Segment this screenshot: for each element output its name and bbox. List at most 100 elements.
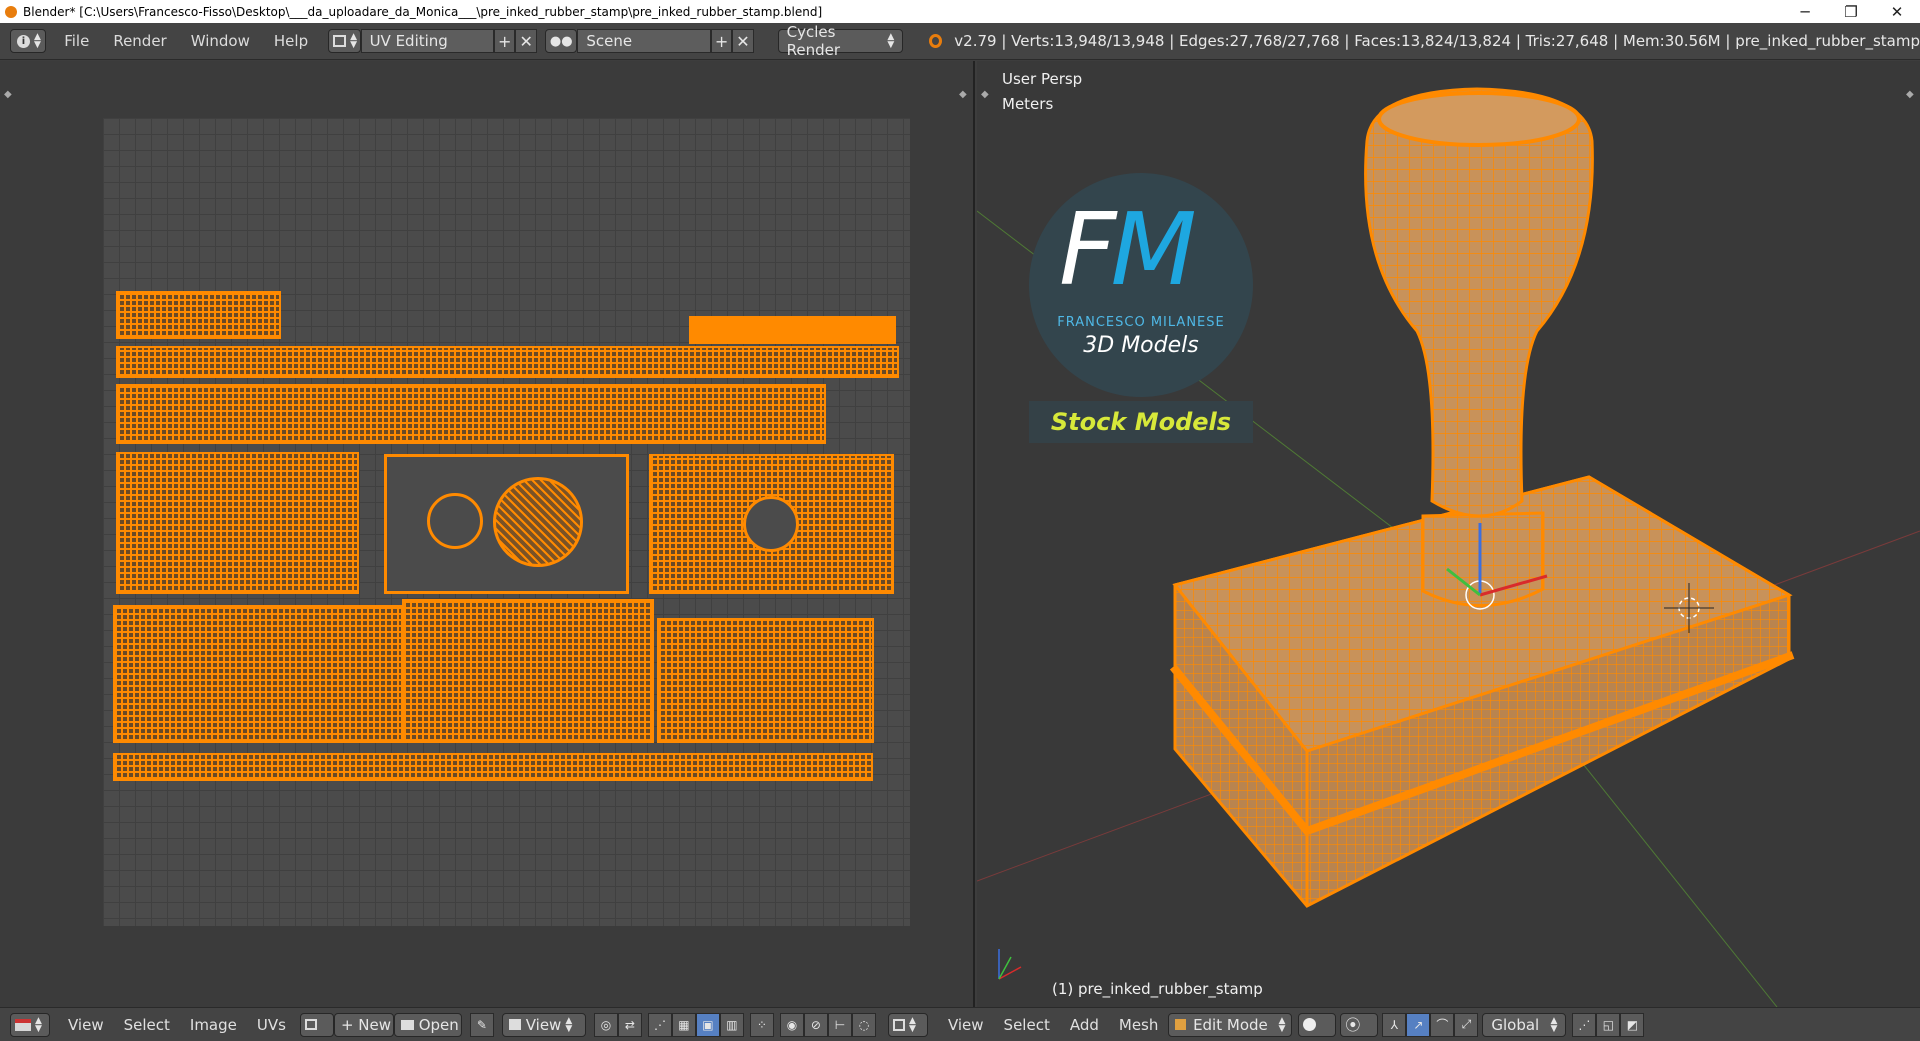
translate-manipulator-icon[interactable]: ↗ <box>1406 1012 1431 1037</box>
layout-browse-button[interactable]: ▲ ▼ <box>328 29 361 53</box>
pivot-point-icon: ⦿ <box>1345 1016 1361 1034</box>
layout-name: UV Editing <box>369 32 448 50</box>
pivot-point-icon[interactable]: ◎ <box>593 1012 618 1037</box>
uv-island[interactable] <box>649 454 894 594</box>
interaction-mode-value: Edit Mode <box>1193 1015 1268 1034</box>
region-toggle-icon[interactable]: ◆ <box>4 89 12 100</box>
uv-island[interactable] <box>116 346 899 378</box>
blender-logo-icon <box>5 5 17 18</box>
open-image-label: Open <box>418 1015 459 1034</box>
3d-viewport[interactable]: ◆ ◆ User Persp Meters FM FRANCESCO MILAN… <box>977 61 1920 1007</box>
uv-island[interactable] <box>116 291 281 339</box>
transform-orientation-value: Global <box>1491 1015 1540 1034</box>
uv-circle-island[interactable] <box>427 493 483 549</box>
logo-name: FRANCESCO MILANESE <box>1057 315 1225 330</box>
uv-editor-type-selector[interactable]: ▲ ▼ <box>10 1012 50 1037</box>
axis-orientation-icon <box>998 949 1022 980</box>
uv-menu-uvs[interactable]: UVs <box>247 1013 296 1037</box>
scene-browse-button[interactable]: ●● <box>544 29 578 53</box>
uv-view-mode-select[interactable]: View ▲ ▼ <box>501 1012 586 1037</box>
3d-view-icon <box>892 1018 905 1031</box>
add-scene-button[interactable]: + <box>710 29 733 53</box>
close-icon: ✕ <box>519 31 533 51</box>
vp-menu-select[interactable]: Select <box>994 1013 1060 1037</box>
updown-arrows-icon: ▲ ▼ <box>887 32 895 50</box>
close-button[interactable]: ✕ <box>1874 3 1920 21</box>
stock-models-banner: Stock Models <box>1029 401 1253 443</box>
sticky-mode-icon[interactable]: ⁘ <box>749 1012 774 1037</box>
edge-select-mode-icon[interactable]: ◱ <box>1596 1012 1621 1037</box>
sync-selection-icon[interactable]: ⇄ <box>617 1012 642 1037</box>
face-select-icon[interactable]: ▣ <box>695 1012 720 1037</box>
updown-arrows-icon: ▲ ▼ <box>34 32 41 50</box>
view-mode-value: View <box>525 1015 562 1034</box>
layout-name-field[interactable]: UV Editing <box>360 29 495 53</box>
uv-grid-canvas[interactable] <box>103 118 910 926</box>
uv-island[interactable] <box>402 599 654 743</box>
info-icon: i <box>17 34 30 48</box>
viewport-editor-type-selector[interactable]: ▲ ▼ <box>887 1012 928 1037</box>
pivot-select[interactable]: ⦿ <box>1340 1012 1379 1037</box>
uv-island[interactable] <box>113 753 873 781</box>
uv-menu-image[interactable]: Image <box>180 1013 247 1037</box>
vertex-select-mode-icon[interactable]: ⋰ <box>1572 1012 1597 1037</box>
image-browse-button[interactable] <box>299 1012 334 1037</box>
plus-icon: + <box>340 1015 354 1034</box>
scene-name-field[interactable]: Scene <box>577 29 711 53</box>
pin-icon[interactable]: ✎ <box>469 1012 494 1037</box>
stamp-handle-mesh <box>1364 87 1594 518</box>
vp-menu-view[interactable]: View <box>938 1013 994 1037</box>
snap-icon[interactable]: ⊘ <box>803 1012 828 1037</box>
menu-render[interactable]: Render <box>101 32 178 50</box>
proportional-edit-icon[interactable]: ◉ <box>779 1012 804 1037</box>
uv-island[interactable] <box>113 605 403 743</box>
new-image-button[interactable]: + New <box>333 1012 394 1037</box>
maximize-button[interactable]: ❐ <box>1828 3 1874 21</box>
interaction-mode-select[interactable]: Edit Mode ▲ ▼ <box>1168 1012 1293 1037</box>
uv-image-editor[interactable]: ◆ ◆ <box>0 61 975 1007</box>
menu-file[interactable]: File <box>52 32 101 50</box>
window-title: Blender* [C:\Users\Francesco-Fisso\Deskt… <box>23 4 823 19</box>
rotate-manipulator-icon[interactable]: ⌒ <box>1430 1012 1455 1037</box>
uv-island[interactable] <box>116 452 359 594</box>
uv-circle-island[interactable] <box>743 496 799 552</box>
edge-select-icon[interactable]: ▦ <box>671 1012 696 1037</box>
shading-select[interactable] <box>1298 1012 1337 1037</box>
region-toggle-icon[interactable]: ◆ <box>959 89 967 100</box>
transform-orientation-select[interactable]: Global ▲ ▼ <box>1482 1012 1567 1037</box>
bottom-headers: ▲ ▼ View Select Image UVs + New Open ✎ Vi… <box>0 1007 1920 1041</box>
editor-type-selector[interactable]: i ▲ ▼ <box>10 29 47 53</box>
scene-name: Scene <box>586 32 633 50</box>
scene-icon: ●● <box>549 33 573 49</box>
uv-island[interactable] <box>384 454 629 594</box>
vertex-select-icon[interactable]: ⋰ <box>647 1012 672 1037</box>
menu-window[interactable]: Window <box>179 32 262 50</box>
info-header: i ▲ ▼ File Render Window Help ▲ ▼ UV Editi… <box>0 23 1920 60</box>
uv-menu-select[interactable]: Select <box>114 1013 180 1037</box>
vp-menu-add[interactable]: Add <box>1060 1013 1109 1037</box>
delete-layout-button[interactable]: ✕ <box>515 29 537 53</box>
plus-icon: + <box>498 31 512 51</box>
snap-target-icon[interactable]: ⊢ <box>827 1012 852 1037</box>
delete-scene-button[interactable]: ✕ <box>732 29 754 53</box>
uv-island[interactable] <box>657 618 874 743</box>
menu-help[interactable]: Help <box>262 32 320 50</box>
add-layout-button[interactable]: + <box>494 29 516 53</box>
vp-menu-mesh[interactable]: Mesh <box>1109 1013 1169 1037</box>
minimize-button[interactable]: ─ <box>1782 3 1828 21</box>
uv-island[interactable] <box>689 316 896 344</box>
uv-circle-island[interactable] <box>493 477 583 567</box>
uv-extra-icon[interactable]: ◌ <box>851 1012 876 1037</box>
face-select-mode-icon[interactable]: ◩ <box>1620 1012 1645 1037</box>
render-engine-select[interactable]: Cycles Render ▲ ▼ <box>777 23 904 59</box>
updown-arrows-icon: ▲ ▼ <box>908 1015 916 1034</box>
island-select-icon[interactable]: ▥ <box>719 1012 744 1037</box>
manipulator-toggle-icon[interactable]: ⅄ <box>1382 1012 1407 1037</box>
uv-menu-view[interactable]: View <box>58 1013 114 1037</box>
scale-manipulator-icon[interactable]: ⤢ <box>1454 1012 1479 1037</box>
image-editor-icon <box>15 1018 31 1031</box>
uv-island[interactable] <box>116 384 826 444</box>
plus-icon: + <box>714 31 729 51</box>
updown-arrows-icon: ▲ ▼ <box>1550 1015 1558 1034</box>
open-image-button[interactable]: Open <box>393 1012 462 1037</box>
